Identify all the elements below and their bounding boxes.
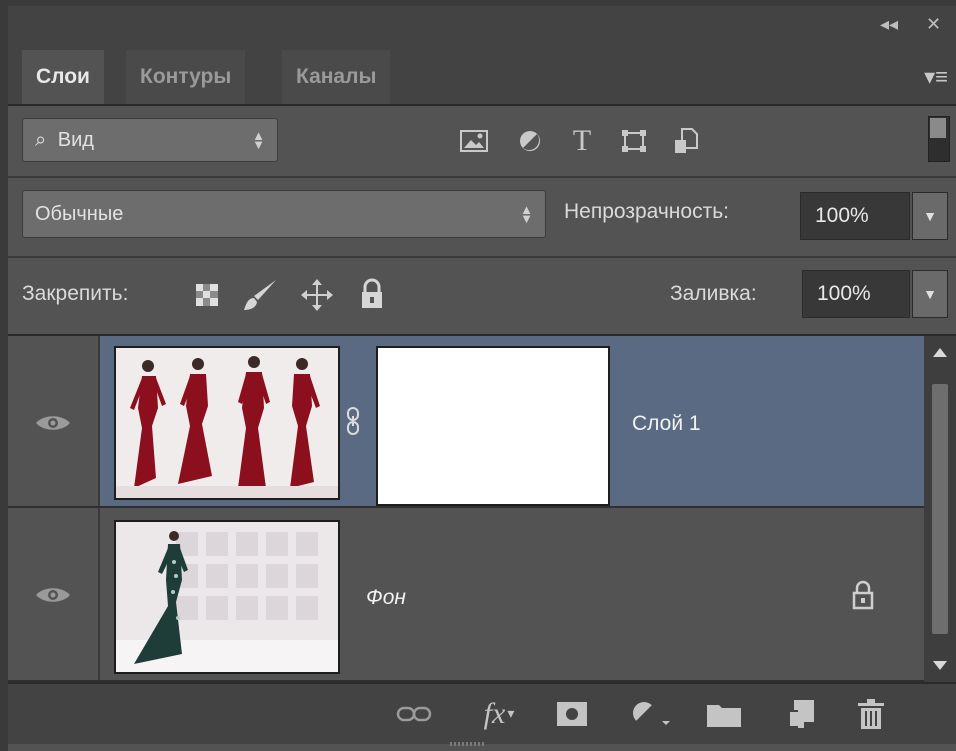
select-arrows-icon: ▲ ▼: [520, 202, 533, 226]
layers-panel: ◂◂ ✕ Слои Контуры Каналы ▾≡ ⌕ Вид ▲▼ T: [0, 0, 956, 751]
panel-menu-icon[interactable]: ▾≡: [924, 64, 948, 90]
lock-row: Закрепить: Заливка: 100% ▼: [8, 258, 956, 336]
layers-bottom-toolbar: fx ▾: [8, 682, 956, 744]
adjustment-filter-icon[interactable]: [516, 128, 544, 154]
fill-dropdown-button[interactable]: ▼: [912, 270, 948, 318]
blend-mode-label: Обычные: [35, 203, 124, 225]
opacity-dropdown-button[interactable]: ▼: [912, 192, 948, 240]
select-arrows-icon: ▲ ▼: [252, 128, 265, 152]
mask-link-icon[interactable]: [346, 406, 360, 436]
panel-resize-grip[interactable]: [450, 742, 486, 746]
tab-channels[interactable]: Каналы: [282, 50, 391, 104]
collapse-panel-icon[interactable]: ◂◂: [880, 14, 898, 35]
lock-transparent-pixels-icon[interactable]: [196, 284, 218, 306]
scroll-down-icon[interactable]: [933, 661, 947, 670]
fill-label: Заливка:: [670, 282, 757, 305]
layer-content[interactable]: Фон: [100, 508, 924, 680]
filter-kind-label: Вид: [57, 129, 94, 151]
layer-row[interactable]: Слой 1: [8, 336, 924, 508]
blend-row: Обычные ▲ ▼ Непрозрачность: 100% ▼: [8, 178, 956, 258]
new-layer-icon[interactable]: [784, 700, 818, 728]
layer-name[interactable]: Фон: [366, 586, 406, 610]
panel-tabs: Слои Контуры Каналы ▾≡: [8, 42, 956, 106]
scrollbar-thumb[interactable]: [932, 384, 948, 634]
layer-row[interactable]: Фон: [8, 508, 924, 682]
visibility-toggle[interactable]: [8, 336, 100, 506]
blend-mode-select[interactable]: Обычные ▲ ▼: [22, 190, 546, 238]
lock-image-pixels-icon[interactable]: [242, 278, 278, 312]
group-folder-icon[interactable]: [704, 700, 744, 728]
tab-paths[interactable]: Контуры: [126, 50, 246, 104]
shape-filter-icon[interactable]: [620, 128, 648, 154]
type-filter-icon[interactable]: T: [568, 124, 596, 157]
visibility-toggle[interactable]: [8, 508, 100, 680]
layers-list: Слой 1 Фон: [8, 336, 924, 682]
image-filter-icon[interactable]: [460, 128, 488, 154]
trash-icon[interactable]: [854, 699, 888, 729]
link-layers-icon[interactable]: [396, 700, 432, 728]
layer-thumbnail[interactable]: [114, 520, 340, 674]
filter-toggle-switch[interactable]: [928, 116, 950, 162]
eye-icon: [36, 588, 70, 602]
opacity-label: Непрозрачность:: [564, 200, 729, 223]
smart-object-filter-icon[interactable]: [672, 128, 700, 154]
layer-thumbnail[interactable]: [114, 346, 340, 500]
lock-label: Закрепить:: [22, 282, 129, 305]
tab-layers[interactable]: Слои: [22, 50, 104, 104]
layer-mask-thumbnail[interactable]: [376, 346, 610, 506]
layer-lock-icon: [852, 580, 874, 610]
lock-all-icon[interactable]: [360, 278, 384, 310]
close-panel-icon[interactable]: ✕: [926, 14, 941, 35]
filter-row: ⌕ Вид ▲ ▼ T: [8, 106, 956, 178]
add-mask-icon[interactable]: [554, 700, 590, 728]
fill-input[interactable]: 100%: [802, 270, 910, 318]
lock-position-icon[interactable]: [300, 278, 334, 312]
opacity-input[interactable]: 100%: [800, 192, 910, 240]
layers-scrollbar[interactable]: [924, 336, 956, 682]
scroll-up-icon[interactable]: [933, 348, 947, 357]
eye-icon: [36, 416, 70, 430]
adjustment-layer-icon[interactable]: [630, 700, 674, 728]
fx-icon[interactable]: fx ▾: [474, 697, 524, 730]
search-icon: ⌕: [35, 129, 47, 151]
panel-title-bar: ◂◂ ✕: [8, 6, 956, 42]
layer-content[interactable]: Слой 1: [100, 336, 924, 506]
layer-name[interactable]: Слой 1: [632, 412, 701, 436]
filter-kind-select[interactable]: ⌕ Вид ▲ ▼: [22, 118, 278, 162]
